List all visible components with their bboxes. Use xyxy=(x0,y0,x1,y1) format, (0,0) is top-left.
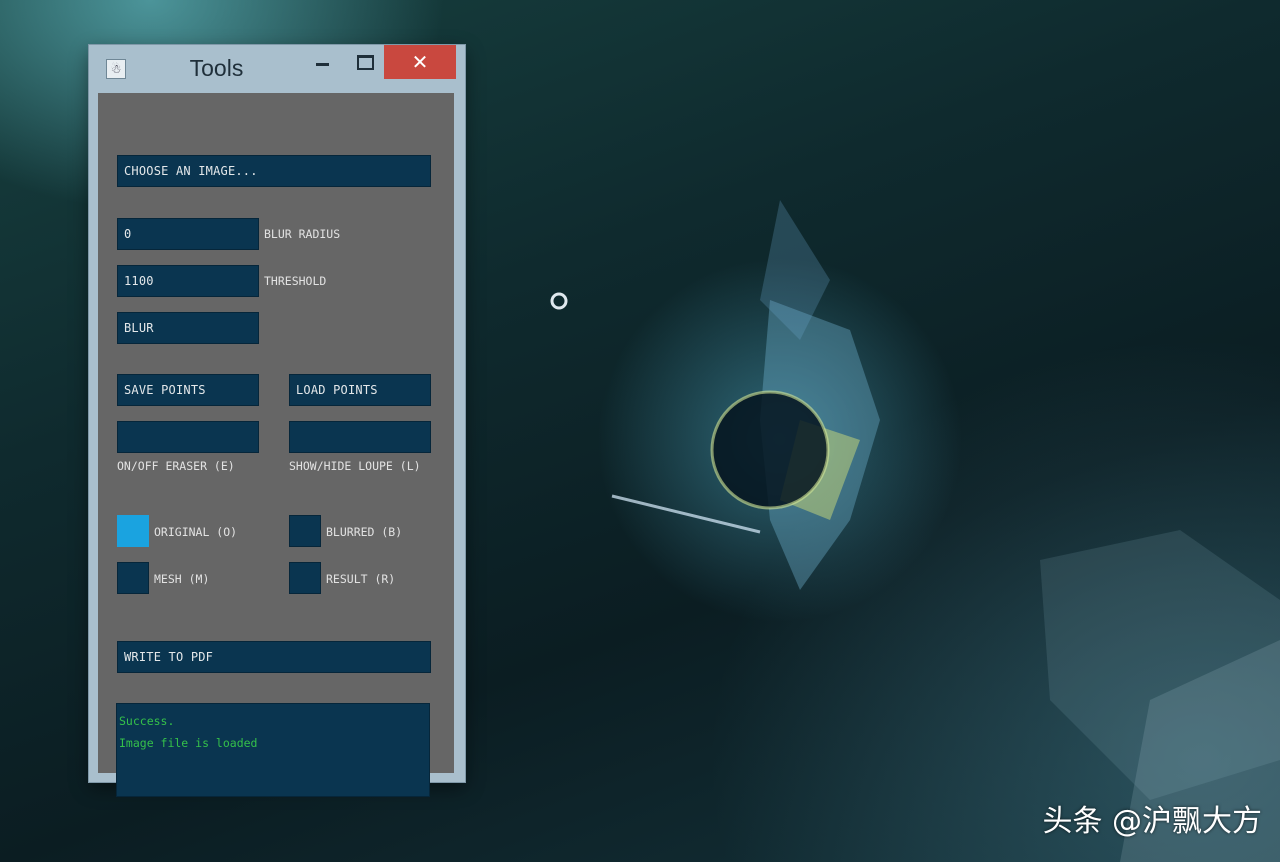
original-label: ORIGINAL (O) xyxy=(154,525,238,539)
loupe-label: SHOW/HIDE LOUPE (L) xyxy=(289,459,421,473)
minimize-button[interactable] xyxy=(305,47,339,77)
blurred-label: BLURRED (B) xyxy=(326,525,403,539)
write-pdf-button[interactable]: WRITE TO PDF xyxy=(117,641,431,673)
tools-panel: CHOOSE AN IMAGE... 0 BLUR RADIUS 1100 TH… xyxy=(98,93,454,797)
threshold-label: THRESHOLD xyxy=(264,274,327,288)
minimize-icon xyxy=(315,62,329,66)
threshold-input[interactable]: 1100 xyxy=(117,265,259,297)
load-points-button[interactable]: LOAD POINTS xyxy=(289,374,431,406)
close-icon: ✕ xyxy=(411,50,429,74)
loupe-toggle-button[interactable] xyxy=(289,421,431,453)
blurred-toggle[interactable] xyxy=(289,515,321,547)
blur-button[interactable]: BLUR xyxy=(117,312,259,344)
save-points-button[interactable]: SAVE POINTS xyxy=(117,374,259,406)
eraser-toggle-button[interactable] xyxy=(117,421,259,453)
blur-radius-input[interactable]: 0 xyxy=(117,218,259,250)
close-button[interactable]: ✕ xyxy=(384,45,456,79)
original-toggle[interactable] xyxy=(117,515,149,547)
mesh-toggle[interactable] xyxy=(117,562,149,594)
mesh-label: MESH (M) xyxy=(154,572,210,586)
log-line: Image file is loaded xyxy=(119,736,258,750)
result-label: RESULT (R) xyxy=(326,572,396,586)
tools-window: ☃ Tools ✕ CHOOSE AN IMAGE... 0 BLUR RADI… xyxy=(89,45,465,797)
maximize-icon xyxy=(356,54,374,70)
watermark-text: 头条 @沪飘大方 xyxy=(1042,804,1262,839)
eraser-label: ON/OFF ERASER (E) xyxy=(117,459,235,473)
title-bar[interactable]: ☃ Tools ✕ xyxy=(89,45,465,93)
log-line: Success. xyxy=(119,714,175,728)
result-toggle[interactable] xyxy=(289,562,321,594)
maximize-button[interactable] xyxy=(348,47,382,77)
choose-image-button[interactable]: CHOOSE AN IMAGE... xyxy=(117,155,431,187)
blur-radius-label: BLUR RADIUS xyxy=(264,227,341,241)
status-log: Success. Image file is loaded xyxy=(116,703,430,797)
